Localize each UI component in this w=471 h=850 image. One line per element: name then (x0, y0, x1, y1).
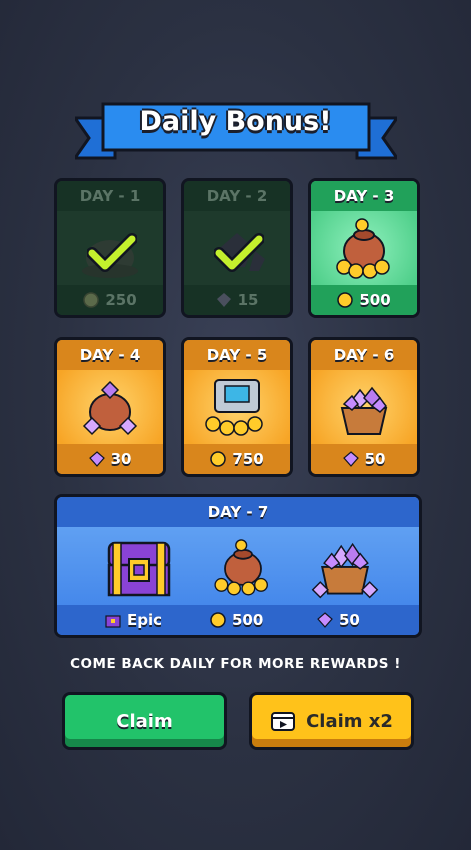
reward-amount: 250 (105, 291, 137, 309)
gem-bucket-icon (311, 542, 379, 599)
day-label: DAY - 4 (57, 340, 163, 370)
page-title: Daily Bonus! (139, 106, 332, 137)
day-card-6: DAY - 6 50 (308, 337, 420, 477)
gem-bucket-icon (311, 370, 417, 444)
day-label: DAY - 3 (311, 181, 417, 211)
chest-icon (107, 541, 171, 597)
chest-icon (105, 615, 121, 628)
day-card-3[interactable]: DAY - 3 500 (308, 178, 420, 318)
day-card-2: DAY - 2 15 (181, 178, 293, 318)
claim-x2-button[interactable]: Claim x2 (249, 692, 414, 750)
coin-bag-icon (214, 539, 268, 596)
checkmark-icon (214, 233, 264, 272)
checkmark-icon (87, 233, 137, 272)
coin-crate-icon (184, 370, 290, 444)
reward-amount: 50 (339, 611, 360, 629)
coin-icon (337, 292, 354, 308)
reward-amount: Epic (127, 611, 163, 629)
gem-icon (317, 612, 333, 628)
coin-icon (210, 612, 226, 628)
gem-icon (342, 451, 359, 467)
coin-bag-icon (311, 211, 417, 285)
reward-amount: 15 (237, 291, 259, 309)
day-label: DAY - 1 (57, 181, 163, 211)
gem-bag-icon (57, 370, 163, 444)
reward-amount: 500 (359, 291, 391, 309)
day-label: DAY - 6 (311, 340, 417, 370)
reward-amount: 30 (110, 450, 132, 468)
claim-label: Claim (116, 710, 173, 732)
gem-icon (216, 293, 231, 307)
day-label: DAY - 2 (184, 181, 290, 211)
day-label: DAY - 7 (57, 497, 419, 527)
day-card-7: DAY - 7 Epic 500 50 (54, 494, 422, 638)
coin-icon (83, 292, 100, 308)
video-ad-icon (271, 712, 296, 731)
day-card-5: DAY - 5 750 (181, 337, 293, 477)
gem-icon (88, 451, 105, 467)
claim-x2-label: Claim x2 (306, 710, 393, 732)
claim-button[interactable]: Claim (62, 692, 227, 750)
day-card-4: DAY - 4 30 (54, 337, 166, 477)
reward-amount: 50 (364, 450, 386, 468)
reward-amount: 750 (232, 450, 264, 468)
reward-amount: 500 (232, 611, 264, 629)
day-label: DAY - 5 (184, 340, 290, 370)
day-card-1: DAY - 1 250 (54, 178, 166, 318)
coin-icon (210, 451, 227, 467)
daily-reminder-text: COME BACK DAILY FOR MORE REWARDS ! (70, 656, 401, 672)
